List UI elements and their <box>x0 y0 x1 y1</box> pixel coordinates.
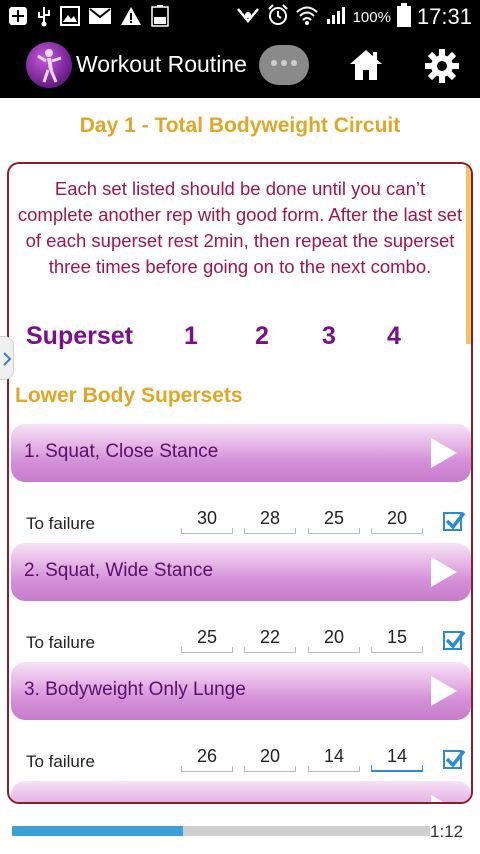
image-icon <box>60 6 80 30</box>
exercise-header[interactable]: 1. Squat, Close Stance <box>11 424 471 482</box>
app-logo-icon[interactable] <box>26 42 72 88</box>
exercise-header[interactable]: 2. Squat, Wide Stance <box>11 543 471 601</box>
alarm-icon <box>267 4 289 30</box>
play-icon[interactable] <box>431 676 457 706</box>
rep-input[interactable]: 30 <box>181 508 233 534</box>
rep-input[interactable]: 15 <box>371 627 423 653</box>
completed-checkbox[interactable] <box>443 749 466 769</box>
workout-panel[interactable]: Each set listed should be done until you… <box>7 162 473 804</box>
rep-input-focused[interactable]: 14 <box>371 746 423 772</box>
clock: 17:31 <box>416 4 472 29</box>
battery-full-icon <box>151 5 169 31</box>
scroll-indicator[interactable] <box>466 164 471 344</box>
completed-checkbox[interactable] <box>443 511 466 531</box>
rep-input[interactable]: 20 <box>244 746 296 772</box>
exercise-header-partial[interactable] <box>11 781 471 802</box>
overflow-menu-button[interactable] <box>259 45 309 85</box>
set-number: 4 <box>387 322 401 350</box>
rep-input[interactable]: 14 <box>308 746 360 772</box>
settings-button[interactable] <box>424 48 460 88</box>
gear-icon <box>425 49 459 83</box>
timer-progress-bar[interactable] <box>12 826 430 836</box>
exercise-header[interactable]: 3. Bodyweight Only Lunge <box>11 662 471 720</box>
rep-row: To failure 26 20 14 14 <box>9 728 471 788</box>
rep-input[interactable]: 20 <box>371 508 423 534</box>
nfc-icon <box>235 5 261 29</box>
rep-input[interactable]: 25 <box>181 627 233 653</box>
home-icon <box>350 50 382 80</box>
chevron-right-icon <box>3 352 12 366</box>
set-number: 2 <box>255 322 269 350</box>
warning-icon <box>120 6 142 30</box>
day-title: Day 1 - Total Bodyweight Circuit <box>79 114 401 137</box>
exercise-name: 3. Bodyweight Only Lunge <box>24 679 246 700</box>
usb-icon <box>37 5 51 31</box>
status-right-icons: 100% 17:31 <box>235 3 472 31</box>
status-left-icons <box>8 5 169 31</box>
battery-icon <box>396 3 411 31</box>
action-bar: Workout Routine <box>0 34 480 98</box>
rep-label: To failure <box>26 633 95 652</box>
checkmark-icon <box>445 511 466 530</box>
battery-percent: 100% <box>352 8 391 26</box>
signal-icon <box>325 5 347 29</box>
superset-header: Superset 1 2 3 4 <box>9 318 471 358</box>
status-bar: 100% 17:31 <box>0 0 480 34</box>
drawer-handle[interactable] <box>0 336 14 380</box>
wifi-icon <box>295 5 319 29</box>
overflow-icon <box>271 60 297 66</box>
play-icon[interactable] <box>431 438 457 468</box>
completed-checkbox[interactable] <box>443 630 466 650</box>
description-text: Each set listed should be done until you… <box>17 178 463 277</box>
rep-row: To failure 25 22 20 15 <box>9 609 471 669</box>
set-number: 3 <box>322 322 336 350</box>
app-title: Workout Routine <box>76 51 247 77</box>
rep-input[interactable]: 22 <box>244 627 296 653</box>
rep-input[interactable]: 26 <box>181 746 233 772</box>
play-icon[interactable] <box>431 557 457 587</box>
set-number: 1 <box>184 322 198 350</box>
mail-icon <box>89 8 111 28</box>
home-button[interactable] <box>348 48 384 86</box>
section-title: Lower Body Supersets <box>15 384 243 407</box>
rep-input[interactable]: 25 <box>308 508 360 534</box>
rep-input[interactable]: 28 <box>244 508 296 534</box>
exercise-name: 2. Squat, Wide Stance <box>24 560 214 581</box>
rep-input[interactable]: 20 <box>308 627 360 653</box>
rep-label: To failure <box>26 752 95 771</box>
rep-row: To failure 30 28 25 20 <box>9 490 471 550</box>
checkmark-icon <box>445 749 466 768</box>
checkmark-icon <box>445 630 466 649</box>
timer-progress-fill <box>12 826 184 836</box>
superset-label: Superset <box>26 322 133 350</box>
timer-remaining: 1:12 <box>430 822 464 841</box>
exercise-name: 1. Squat, Close Stance <box>24 441 219 462</box>
add-icon <box>8 6 28 30</box>
rep-label: To failure <box>26 514 95 533</box>
play-icon[interactable] <box>431 795 457 802</box>
